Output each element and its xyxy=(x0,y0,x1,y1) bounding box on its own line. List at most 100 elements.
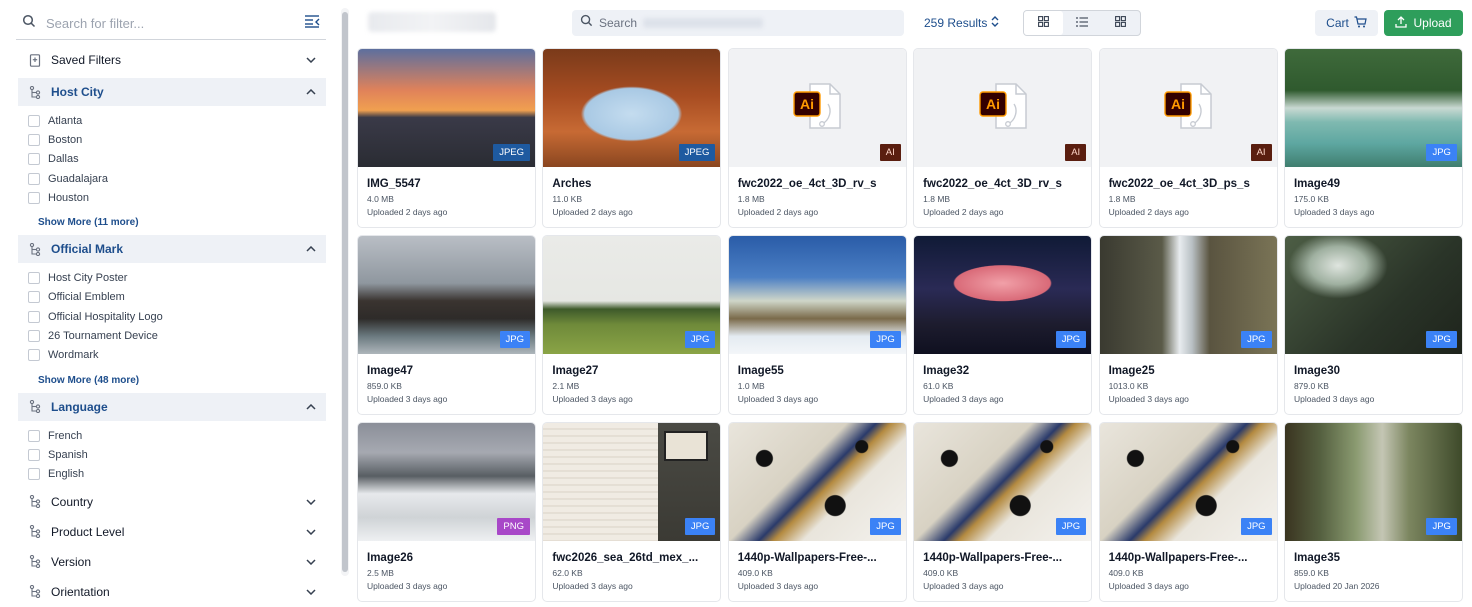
asset-thumbnail[interactable]: PNG xyxy=(358,423,535,541)
filter-orientation[interactable]: Orientation xyxy=(18,577,326,607)
checkbox[interactable] xyxy=(28,272,40,285)
asset-name[interactable]: fwc2022_oe_4ct_3D_rv_s xyxy=(923,178,1082,190)
filter-official-mark[interactable]: Official Mark xyxy=(18,235,326,264)
checkbox[interactable] xyxy=(28,153,40,166)
asset-name[interactable]: Image32 xyxy=(923,365,1082,377)
asset-thumbnail[interactable]: Ai AI xyxy=(914,49,1092,167)
show-more-host-city-link[interactable]: Show More (11 more) xyxy=(18,210,326,235)
filter-option-spanish[interactable]: Spanish xyxy=(28,445,326,464)
grid-view-button[interactable] xyxy=(1024,11,1063,35)
sidebar-scrollbar[interactable] xyxy=(341,8,349,576)
asset-card[interactable]: JPG Image32 61.0 KB Uploaded 3 days ago xyxy=(913,235,1093,415)
filter-option-official-emblem[interactable]: Official Emblem xyxy=(28,288,326,307)
show-more-official-mark-link[interactable]: Show More (48 more) xyxy=(18,368,326,393)
asset-thumbnail[interactable]: JPG xyxy=(1284,236,1462,354)
asset-thumbnail[interactable]: Ai AI xyxy=(728,49,906,167)
asset-thumbnail[interactable]: JPG xyxy=(728,423,906,541)
asset-name[interactable]: Image26 xyxy=(367,552,526,564)
asset-card[interactable]: JPG 1440p-Wallpapers-Free-... 409.0 KB Uplo… xyxy=(913,422,1093,602)
filter-country[interactable]: Country xyxy=(18,487,326,517)
checkbox[interactable] xyxy=(28,133,40,146)
asset-thumbnail[interactable]: JPG xyxy=(543,236,721,354)
asset-card[interactable]: JPG Image30 879.0 KB Uploaded 3 days ago xyxy=(1283,235,1463,415)
checkbox[interactable] xyxy=(28,330,40,343)
asset-name[interactable]: Arches xyxy=(552,178,711,190)
filter-option-english[interactable]: English xyxy=(28,465,326,484)
filter-search-placeholder[interactable]: Search for filter... xyxy=(46,16,304,31)
filter-option-boston[interactable]: Boston xyxy=(28,130,326,149)
asset-name[interactable]: Image55 xyxy=(738,365,897,377)
asset-name[interactable]: Image35 xyxy=(1294,552,1453,564)
asset-name[interactable]: Image27 xyxy=(552,365,711,377)
asset-thumbnail[interactable]: JPEG xyxy=(543,49,721,167)
asset-name[interactable]: fwc2026_sea_26td_mex_... xyxy=(552,552,711,564)
filter-option-guadalajara[interactable]: Guadalajara xyxy=(28,169,326,188)
asset-thumbnail[interactable]: Ai AI xyxy=(1099,49,1277,167)
asset-name[interactable]: IMG_5547 xyxy=(367,178,526,190)
filter-language[interactable]: Language xyxy=(18,392,326,421)
checkbox[interactable] xyxy=(28,172,40,185)
filter-list-icon[interactable] xyxy=(304,14,322,33)
filter-option-wordmark[interactable]: Wordmark xyxy=(28,346,326,365)
cart-button[interactable]: Cart xyxy=(1315,10,1378,36)
checkbox[interactable] xyxy=(28,291,40,304)
asset-card[interactable]: JPG Image35 859.0 KB Uploaded 20 Jan 2026 xyxy=(1283,422,1463,602)
asset-card[interactable]: JPEG IMG_5547 4.0 MB Uploaded 2 days ago xyxy=(357,48,536,228)
asset-card[interactable]: JPG Image49 175.0 KB Uploaded 3 days ago xyxy=(1283,48,1463,228)
asset-name[interactable]: Image25 xyxy=(1109,365,1268,377)
asset-name[interactable]: 1440p-Wallpapers-Free-... xyxy=(738,552,897,564)
filter-option-houston[interactable]: Houston xyxy=(28,188,326,207)
filter-saved-filters[interactable]: Saved Filters xyxy=(18,46,326,74)
checkbox[interactable] xyxy=(28,191,40,204)
checkbox[interactable] xyxy=(28,429,40,442)
asset-thumbnail[interactable]: JPG xyxy=(1284,49,1462,167)
filter-product-level[interactable]: Product Level xyxy=(18,517,326,547)
filter-option-french[interactable]: French xyxy=(28,426,326,445)
filter-option-26-tournament-device[interactable]: 26 Tournament Device xyxy=(28,326,326,345)
filter-option-official-hospitality-logo[interactable]: Official Hospitality Logo xyxy=(28,307,326,326)
checkbox[interactable] xyxy=(28,349,40,362)
checkbox[interactable] xyxy=(28,448,40,461)
asset-card[interactable]: JPG Image55 1.0 MB Uploaded 3 days ago xyxy=(727,235,907,415)
large-grid-view-button[interactable] xyxy=(1101,11,1140,35)
asset-thumbnail[interactable]: JPG xyxy=(1284,423,1462,541)
asset-name[interactable]: Image47 xyxy=(367,365,526,377)
filter-version[interactable]: Version xyxy=(18,547,326,577)
asset-card[interactable]: JPEG Arches 11.0 KB Uploaded 2 days ago xyxy=(542,48,722,228)
filter-option-dallas[interactable]: Dallas xyxy=(28,150,326,169)
asset-name[interactable]: fwc2022_oe_4ct_3D_rv_s xyxy=(738,178,897,190)
upload-button[interactable]: Upload xyxy=(1384,10,1463,36)
asset-name[interactable]: 1440p-Wallpapers-Free-... xyxy=(923,552,1082,564)
scrollbar-thumb[interactable] xyxy=(342,12,348,572)
asset-name[interactable]: Image49 xyxy=(1294,178,1453,190)
asset-thumbnail[interactable]: JPG xyxy=(1099,236,1277,354)
asset-card[interactable]: JPG Image47 859.0 KB Uploaded 3 days ago xyxy=(357,235,536,415)
asset-card[interactable]: JPG Image27 2.1 MB Uploaded 3 days ago xyxy=(542,235,722,415)
checkbox[interactable] xyxy=(28,310,40,323)
checkbox[interactable] xyxy=(28,114,40,127)
asset-card[interactable]: JPG fwc2026_sea_26td_mex_... 62.0 KB Upload… xyxy=(542,422,722,602)
asset-card[interactable]: Ai AI fwc2022_oe_4ct_3D_rv_s 1.8 MB Uploaded… xyxy=(727,48,907,228)
asset-thumbnail[interactable]: JPG xyxy=(728,236,906,354)
asset-name[interactable]: 1440p-Wallpapers-Free-... xyxy=(1109,552,1268,564)
asset-name[interactable]: fwc2022_oe_4ct_3D_ps_s xyxy=(1109,178,1268,190)
asset-thumbnail[interactable]: JPG xyxy=(358,236,535,354)
filter-option-host-city-poster[interactable]: Host City Poster xyxy=(28,268,326,287)
asset-name[interactable]: Image30 xyxy=(1294,365,1453,377)
filter-option-atlanta[interactable]: Atlanta xyxy=(28,111,326,130)
checkbox[interactable] xyxy=(28,468,40,481)
list-view-button[interactable] xyxy=(1063,11,1102,35)
filter-host-city[interactable]: Host City xyxy=(18,78,326,106)
asset-thumbnail[interactable]: JPG xyxy=(1099,423,1277,541)
asset-card[interactable]: JPG 1440p-Wallpapers-Free-... 409.0 KB Uplo… xyxy=(727,422,907,602)
results-count-sort[interactable]: 259 Results xyxy=(924,10,999,36)
asset-card[interactable]: JPG 1440p-Wallpapers-Free-... 409.0 KB Uplo… xyxy=(1098,422,1278,602)
asset-thumbnail[interactable]: JPEG xyxy=(358,49,535,167)
asset-card[interactable]: Ai AI fwc2022_oe_4ct_3D_ps_s 1.8 MB Uploaded… xyxy=(1098,48,1278,228)
asset-thumbnail[interactable]: JPG xyxy=(914,236,1092,354)
asset-thumbnail[interactable]: JPG xyxy=(914,423,1092,541)
asset-card[interactable]: Ai AI fwc2022_oe_4ct_3D_rv_s 1.8 MB Uploaded… xyxy=(913,48,1093,228)
asset-card[interactable]: PNG Image26 2.5 MB Uploaded 3 days ago xyxy=(357,422,536,602)
asset-thumbnail[interactable]: JPG xyxy=(543,423,721,541)
asset-card[interactable]: JPG Image25 1013.0 KB Uploaded 3 days ago xyxy=(1098,235,1278,415)
